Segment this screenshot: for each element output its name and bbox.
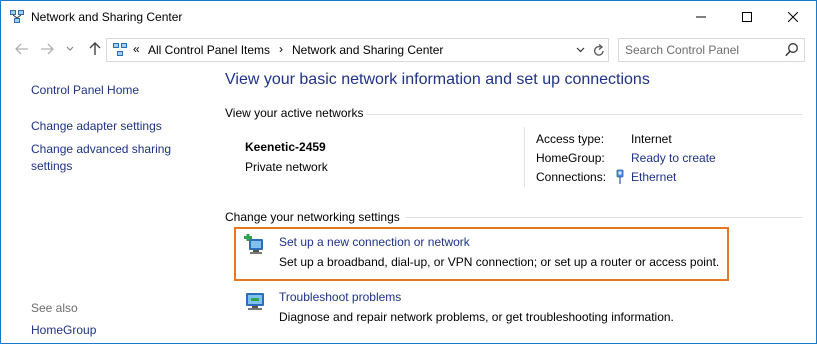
window: Network and Sharing Center « All Control… [0, 0, 817, 344]
network-type: Private network [245, 160, 328, 174]
maximize-icon [742, 11, 752, 22]
address-bar[interactable]: « All Control Panel Items › Network and … [106, 38, 609, 62]
search-icon[interactable] [784, 42, 800, 58]
breadcrumb-separator[interactable]: › [279, 42, 283, 56]
network-center-icon [10, 10, 24, 23]
network-info-divider [524, 127, 525, 187]
network-name: Keenetic-2459 [245, 140, 326, 154]
ethernet-connection-link[interactable]: Ethernet [631, 170, 676, 184]
change-advanced-sharing-settings-link[interactable]: Change advanced sharing settings [31, 141, 201, 175]
search-box[interactable] [618, 38, 805, 62]
access-type-value: Internet [631, 132, 672, 146]
back-arrow-icon [15, 43, 28, 55]
ethernet-icon [616, 169, 624, 184]
up-button[interactable] [87, 41, 103, 57]
change-adapter-settings-link[interactable]: Change adapter settings [31, 118, 162, 135]
homegroup-label: HomeGroup: [536, 151, 605, 165]
close-button[interactable] [770, 1, 816, 32]
left-pane: Control Panel Home Change adapter settin… [1, 65, 216, 343]
section-divider [405, 217, 803, 218]
maximize-button[interactable] [724, 1, 770, 32]
forward-button[interactable] [39, 41, 55, 57]
forward-arrow-icon [41, 43, 54, 55]
refresh-icon [593, 43, 604, 56]
active-networks-header: View your active networks [225, 106, 364, 120]
address-row: « All Control Panel Items › Network and … [1, 34, 816, 64]
title-bar: Network and Sharing Center [1, 1, 816, 32]
breadcrumb-overflow[interactable]: « [133, 42, 140, 56]
up-arrow-icon [89, 42, 101, 55]
refresh-button[interactable] [591, 42, 607, 58]
connections-label: Connections: [536, 170, 607, 184]
breadcrumb-all-control-panel-items[interactable]: All Control Panel Items [148, 43, 270, 57]
troubleshoot-icon [246, 293, 264, 310]
task-new-connection-link[interactable]: Set up a new connection or network [279, 235, 470, 249]
task-new-connection-desc: Set up a broadband, dial-up, or VPN conn… [279, 255, 720, 269]
task-troubleshoot-link[interactable]: Troubleshoot problems [279, 290, 401, 304]
network-center-icon [113, 43, 127, 56]
main-content: View your basic network information and … [225, 65, 815, 343]
change-settings-header: Change your networking settings [225, 210, 400, 224]
see-also-label: See also [31, 301, 78, 315]
control-panel-home-link[interactable]: Control Panel Home [31, 82, 139, 99]
page-title: View your basic network information and … [225, 71, 650, 88]
address-dropdown-icon [576, 47, 584, 53]
breadcrumb-network-and-sharing-center[interactable]: Network and Sharing Center [292, 43, 443, 57]
minimize-button[interactable] [678, 1, 724, 32]
section-divider [366, 114, 803, 115]
address-dropdown-button[interactable] [573, 43, 587, 57]
back-button[interactable] [14, 41, 30, 57]
recent-pages-button[interactable] [65, 41, 75, 57]
homegroup-link[interactable]: HomeGroup [31, 322, 96, 339]
task-troubleshoot-desc: Diagnose and repair network problems, or… [279, 310, 674, 324]
search-input[interactable] [625, 42, 775, 58]
access-type-label: Access type: [536, 132, 605, 146]
new-connection-icon [244, 234, 263, 254]
minimize-icon [696, 16, 706, 17]
window-title: Network and Sharing Center [31, 10, 183, 24]
homegroup-ready-link[interactable]: Ready to create [631, 151, 716, 165]
recent-pages-chevron-icon [66, 46, 74, 51]
close-icon [788, 11, 798, 22]
